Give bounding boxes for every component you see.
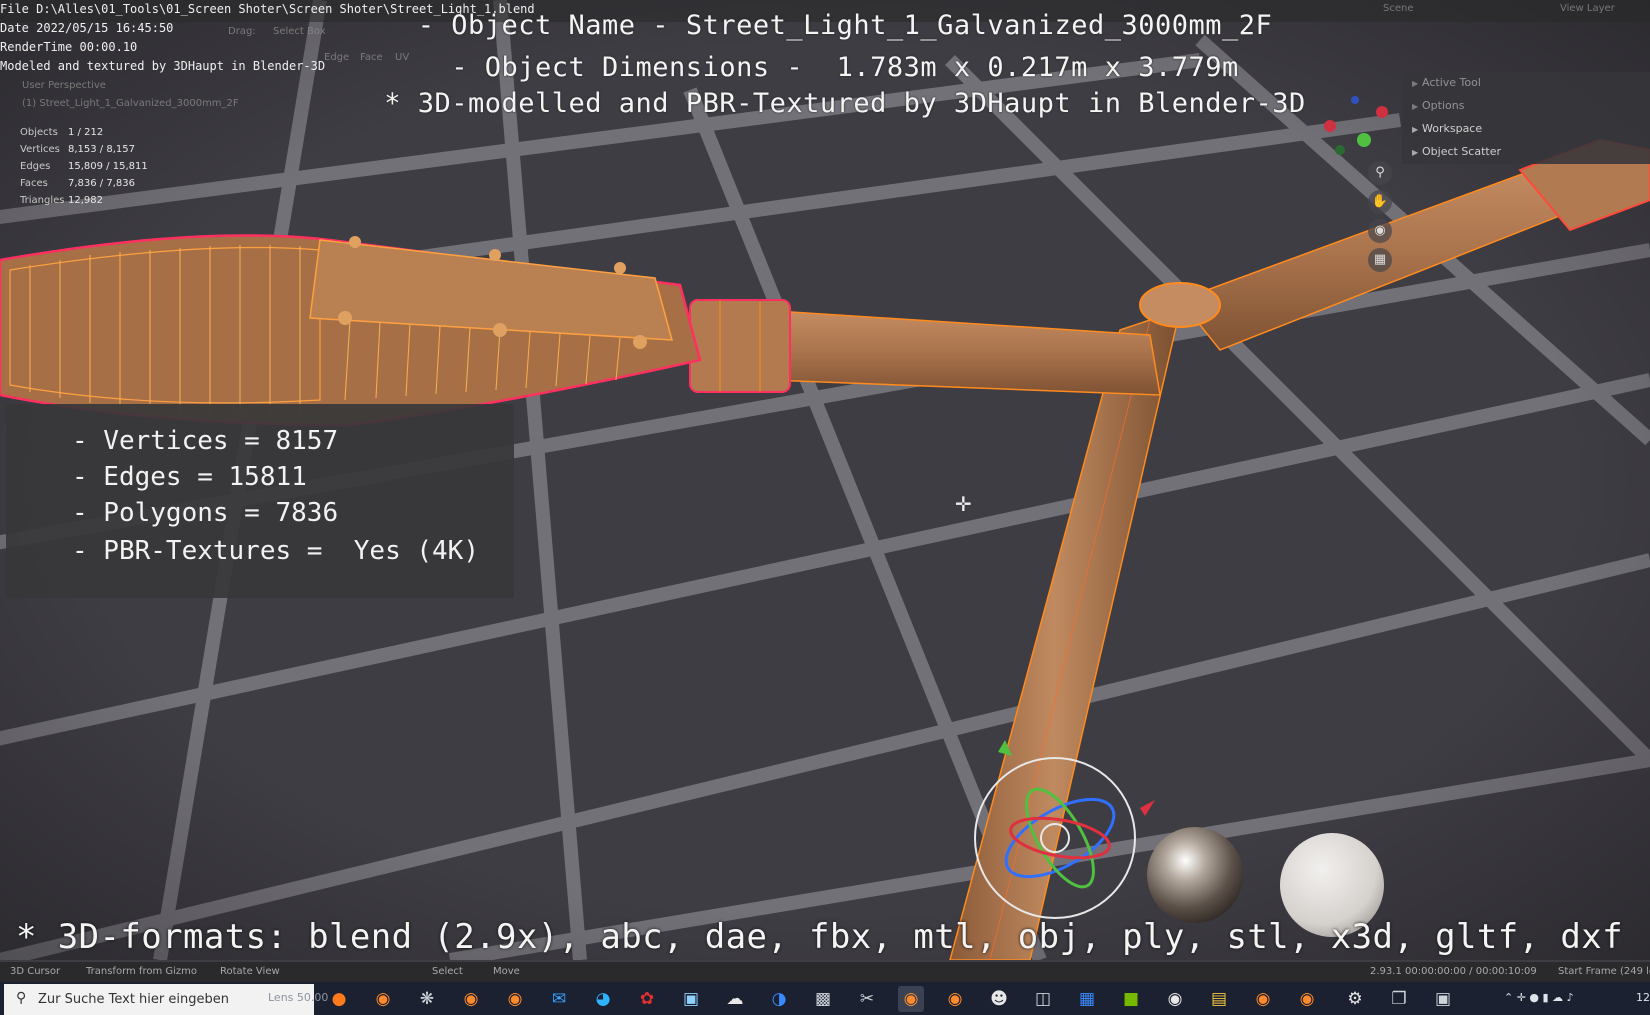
panel-item-label: Active Tool — [1422, 76, 1481, 89]
terminal-icon[interactable]: ▩ — [810, 986, 836, 1012]
windows-taskbar: ⚲ Zur Suche Text hier eingeben Lens 50.0… — [0, 982, 1650, 1015]
firefox-icon[interactable]: ● — [326, 986, 352, 1012]
panda-icon[interactable]: ☻ — [986, 986, 1012, 1012]
blender-icon[interactable]: ◉ — [502, 986, 528, 1012]
expand-triangle-icon: ▶ — [1412, 102, 1419, 111]
edge-browser-icon[interactable]: ◕ — [590, 986, 616, 1012]
status-move: Move — [493, 966, 520, 977]
stat-value: 1 / 212 — [68, 127, 104, 138]
info-edges: - Edges = 15811 — [72, 462, 307, 492]
formats-line: * 3D-formats: blend (2.9x), abc, dae, fb… — [16, 917, 1623, 957]
info-pbr-textures: - PBR-Textures = Yes (4K) — [72, 536, 479, 566]
stat-row: Objects 1 / 212 — [20, 124, 148, 141]
copy-icon[interactable]: ❐ — [1386, 986, 1412, 1012]
header-object-name: - Object Name - Street_Light_1_Galvanize… — [417, 10, 1273, 41]
blender-icon[interactable]: ◉ — [1250, 986, 1276, 1012]
panel-item-label: Options — [1422, 99, 1465, 112]
status-start-frame: Start Frame (249 le — [1558, 966, 1650, 977]
clock: 12: — [1636, 991, 1650, 1004]
panel-item-label: Workspace — [1422, 122, 1483, 135]
status-select: Select — [432, 966, 463, 977]
blender-screenshot: Drag: Select Box Edge Face UV Scene View… — [0, 0, 1650, 1015]
window-icon[interactable]: ▣ — [1430, 986, 1456, 1012]
expand-triangle-icon: ▶ — [1412, 79, 1419, 88]
zoom-icon[interactable]: ⚲ — [1368, 161, 1392, 185]
blender-active-icon[interactable]: ◉ — [898, 986, 924, 1012]
hand-icon[interactable]: ✋ — [1368, 190, 1392, 214]
camera-icon[interactable]: ◉ — [1368, 219, 1392, 243]
stat-row: Vertices 8,153 / 8,157 — [20, 141, 148, 158]
snipping-icon[interactable]: ✂ — [854, 986, 880, 1012]
info-polygons: - Polygons = 7836 — [72, 498, 339, 528]
stat-value: 7,836 / 7,836 — [68, 178, 135, 189]
chrome-matcap-sphere — [1147, 827, 1243, 923]
search-icon: ⚲ — [16, 990, 27, 1006]
viewport-statistics: Objects 1 / 212 Vertices 8,153 / 8,157 Edg… — [20, 124, 148, 209]
stat-key: Edges — [20, 161, 51, 172]
panel-item-object-scatter[interactable]: ▶ Object Scatter — [1412, 145, 1501, 158]
settings-gear-icon[interactable]: ⚙ — [1342, 986, 1368, 1012]
search-placeholder: Zur Suche Text hier eingeben — [38, 992, 229, 1007]
aperture-icon[interactable]: ❋ — [414, 986, 440, 1012]
3d-cursor-icon[interactable]: ✛ — [955, 492, 972, 516]
cube-icon[interactable]: ◫ — [1030, 986, 1056, 1012]
blender-icon[interactable]: ◉ — [458, 986, 484, 1012]
stat-value: 15,809 / 15,811 — [68, 161, 148, 172]
stat-row: Triangles 12,982 — [20, 192, 148, 209]
panel-item-workspace[interactable]: ▶ Workspace — [1412, 122, 1482, 135]
stat-row: Faces 7,836 / 7,836 — [20, 175, 148, 192]
status-rotate-view: Rotate View — [220, 966, 280, 977]
viewport-object-label: (1) Street_Light_1_Galvanized_3000mm_2F — [22, 98, 239, 109]
info-vertices: - Vertices = 8157 — [72, 426, 339, 456]
panel-item-label: Object Scatter — [1422, 145, 1502, 158]
calendar-icon[interactable]: ▦ — [1074, 986, 1100, 1012]
grid-icon[interactable]: ▦ — [1368, 248, 1392, 272]
stat-value: 8,153 / 8,157 — [68, 144, 135, 155]
stat-key: Vertices — [20, 144, 60, 155]
notes-icon[interactable]: ▣ — [678, 986, 704, 1012]
system-tray-icons[interactable]: ⌃ ✛ ● ▮ ☁ ♪ — [1504, 991, 1574, 1004]
panel-item-active-tool[interactable]: ▶ Active Tool — [1412, 76, 1481, 89]
viewport-perspective-label: User Perspective — [22, 80, 106, 91]
nvidia-icon[interactable]: ■ — [1118, 986, 1144, 1012]
panel-item-options[interactable]: ▶ Options — [1412, 99, 1464, 112]
lens-readout: Lens 50.00 — [268, 991, 329, 1004]
blender-icon[interactable]: ◉ — [370, 986, 396, 1012]
app-red-icon[interactable]: ✿ — [634, 986, 660, 1012]
folder-icon[interactable]: ▤ — [1206, 986, 1232, 1012]
info-overlay-box: - Vertices = 8157 - Edges = 15811 - Poly… — [6, 404, 514, 598]
blender-icon[interactable]: ◉ — [942, 986, 968, 1012]
blender-icon[interactable]: ◉ — [1294, 986, 1320, 1012]
expand-triangle-icon: ▶ — [1412, 125, 1419, 134]
stat-key: Faces — [20, 178, 48, 189]
mail-icon[interactable]: ✉ — [546, 986, 572, 1012]
status-version-time: 2.93.1 00:00:00:00 / 00:00:10:09 — [1370, 966, 1537, 977]
stat-key: Triangles — [20, 195, 65, 206]
sidebar-n-panel: ▶ Active Tool ▶ Options ▶ Workspace ▶ Object… — [1402, 72, 1650, 164]
messenger-icon[interactable]: ◑ — [766, 986, 792, 1012]
obs-icon[interactable]: ◉ — [1162, 986, 1188, 1012]
stat-row: Edges 15,809 / 15,811 — [20, 158, 148, 175]
status-3d-cursor: 3D Cursor — [10, 966, 61, 977]
stat-value: 12,982 — [68, 195, 103, 206]
status-transform-gizmo: Transform from Gizmo — [86, 966, 198, 977]
expand-triangle-icon: ▶ — [1412, 148, 1419, 157]
status-bar: 3D Cursor Transform from Gizmo Rotate Vi… — [0, 962, 1650, 982]
chat-icon[interactable]: ☁ — [722, 986, 748, 1012]
stat-key: Objects — [20, 127, 58, 138]
